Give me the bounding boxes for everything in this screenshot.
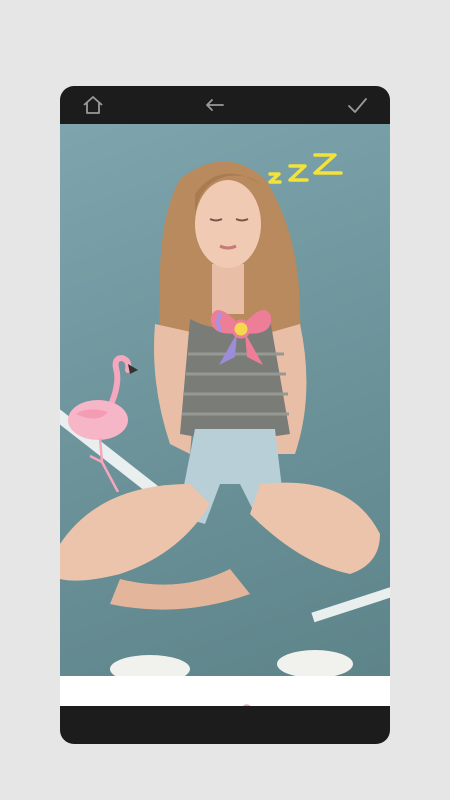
checkmark-icon[interactable]	[344, 93, 370, 117]
flamingo-sticker[interactable]	[68, 352, 143, 492]
home-icon[interactable]	[80, 93, 106, 117]
photo-canvas[interactable]	[60, 124, 390, 676]
phone-frame: more	[60, 86, 390, 744]
zzz-sticker[interactable]	[265, 149, 350, 194]
top-toolbar	[60, 86, 390, 124]
bow-sticker[interactable]	[207, 299, 275, 369]
bottom-bar	[60, 706, 390, 744]
undo-icon[interactable]	[202, 93, 228, 117]
